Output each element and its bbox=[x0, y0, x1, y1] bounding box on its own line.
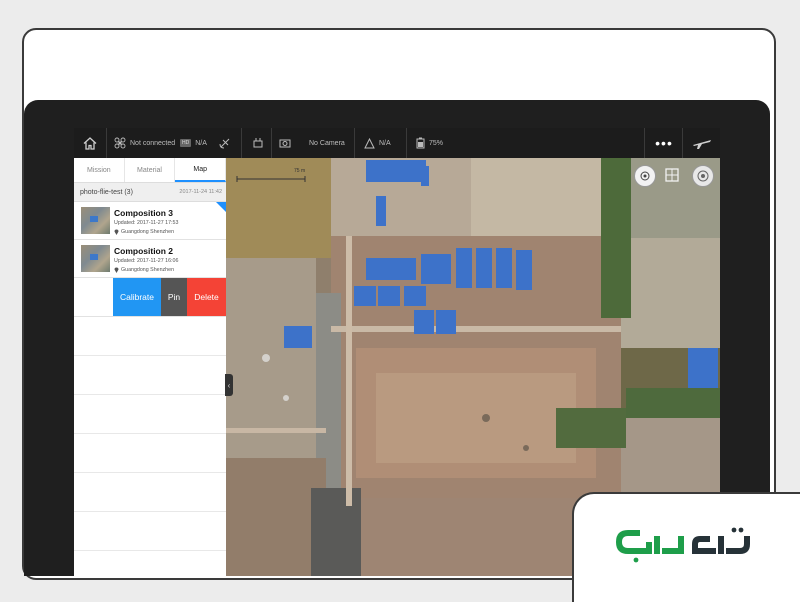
camera-status: No Camera bbox=[279, 128, 345, 158]
empty-row bbox=[74, 512, 226, 551]
item-location-text: Guangdong Shenzhen bbox=[121, 229, 175, 235]
empty-row bbox=[74, 473, 226, 512]
item-location: Guangdong Shenzhen bbox=[114, 267, 174, 273]
locate-icon bbox=[640, 171, 650, 181]
tab-bar: Mission Material Map bbox=[74, 158, 227, 183]
pin-button[interactable]: Pin bbox=[161, 278, 187, 316]
connection-status-text: Not connected bbox=[130, 139, 176, 147]
home-icon bbox=[83, 136, 97, 150]
divider bbox=[354, 128, 355, 158]
drone-icon bbox=[114, 137, 126, 149]
chevron-left-icon: ‹ bbox=[227, 380, 231, 390]
selected-corner-marker bbox=[216, 202, 226, 212]
hd-value: N/A bbox=[195, 139, 207, 147]
empty-row bbox=[74, 317, 226, 356]
battery-status: 75% bbox=[416, 128, 443, 158]
tab-map[interactable]: Map bbox=[175, 158, 227, 182]
divider bbox=[271, 128, 272, 158]
item-title: Composition 2 bbox=[114, 246, 174, 256]
divider bbox=[406, 128, 407, 158]
location-icon bbox=[114, 229, 119, 235]
locate-button[interactable] bbox=[634, 165, 656, 187]
item-location-text: Guangdong Shenzhen bbox=[121, 267, 175, 273]
gps-icon bbox=[364, 137, 375, 148]
gps-status: N/A bbox=[364, 128, 391, 158]
divider bbox=[241, 128, 242, 158]
battery-value: 75% bbox=[429, 139, 444, 147]
battery-icon bbox=[416, 137, 425, 149]
calibrate-button[interactable]: Calibrate bbox=[113, 278, 161, 316]
empty-row bbox=[74, 395, 226, 434]
connection-status: Not connected bbox=[114, 128, 175, 158]
tab-material[interactable]: Material bbox=[125, 158, 176, 182]
map-thumbnail bbox=[81, 207, 110, 234]
camera-status-text: No Camera bbox=[309, 139, 345, 147]
plane-icon bbox=[693, 140, 711, 149]
plane-button[interactable] bbox=[682, 128, 720, 158]
item-title: Composition 3 bbox=[114, 208, 174, 218]
empty-row bbox=[74, 434, 226, 473]
tab-mission[interactable]: Mission bbox=[74, 158, 125, 182]
brand-logo-mark bbox=[616, 527, 750, 563]
remote-icon bbox=[253, 138, 263, 148]
sidebar: Mission Material Map photo-flie-test (3)… bbox=[74, 158, 227, 576]
item-updated: Updated: 2017-11-27 17:53 bbox=[114, 220, 179, 226]
satellite-icon bbox=[219, 138, 230, 149]
project-name: photo-flie-test (3) bbox=[80, 188, 133, 196]
gps-value: N/A bbox=[379, 139, 391, 147]
brand-logo bbox=[612, 522, 762, 566]
layers-icon bbox=[665, 168, 679, 182]
remote-status bbox=[252, 128, 264, 158]
location-icon bbox=[114, 267, 119, 273]
project-date: 2017-11-24 11:42 bbox=[179, 189, 222, 195]
compass-icon bbox=[697, 170, 709, 182]
list-item[interactable]: Composition 2 Updated: 2017-11-27 16:06 … bbox=[74, 240, 226, 278]
item-location: Guangdong Shenzhen bbox=[114, 229, 174, 235]
swipe-actions: Calibrate Pin Delete bbox=[74, 278, 226, 317]
collapse-sidebar-button[interactable]: ‹ bbox=[225, 374, 233, 396]
camera-icon bbox=[279, 139, 291, 148]
delete-button[interactable]: Delete bbox=[187, 278, 226, 316]
list-item[interactable]: Composition 3 Updated: 2017-11-27 17:53 … bbox=[74, 202, 226, 240]
top-status-bar: Not connected HD N/A No Camera N/A 75% •… bbox=[74, 128, 720, 158]
compass-button[interactable] bbox=[692, 165, 714, 187]
home-button[interactable] bbox=[74, 128, 107, 158]
hd-status: HD N/A bbox=[180, 128, 207, 158]
satellite-status bbox=[219, 128, 231, 158]
item-updated: Updated: 2017-11-27 16:06 bbox=[114, 258, 179, 264]
map-thumbnail bbox=[81, 245, 110, 272]
more-icon: ••• bbox=[655, 135, 673, 151]
project-header[interactable]: photo-flie-test (3) 2017-11-24 11:42 bbox=[74, 183, 226, 202]
layers-button[interactable] bbox=[662, 165, 682, 185]
empty-row bbox=[74, 356, 226, 395]
more-button[interactable]: ••• bbox=[644, 128, 683, 158]
hd-icon: HD bbox=[180, 139, 192, 147]
scale-label: 75 m bbox=[294, 168, 306, 174]
